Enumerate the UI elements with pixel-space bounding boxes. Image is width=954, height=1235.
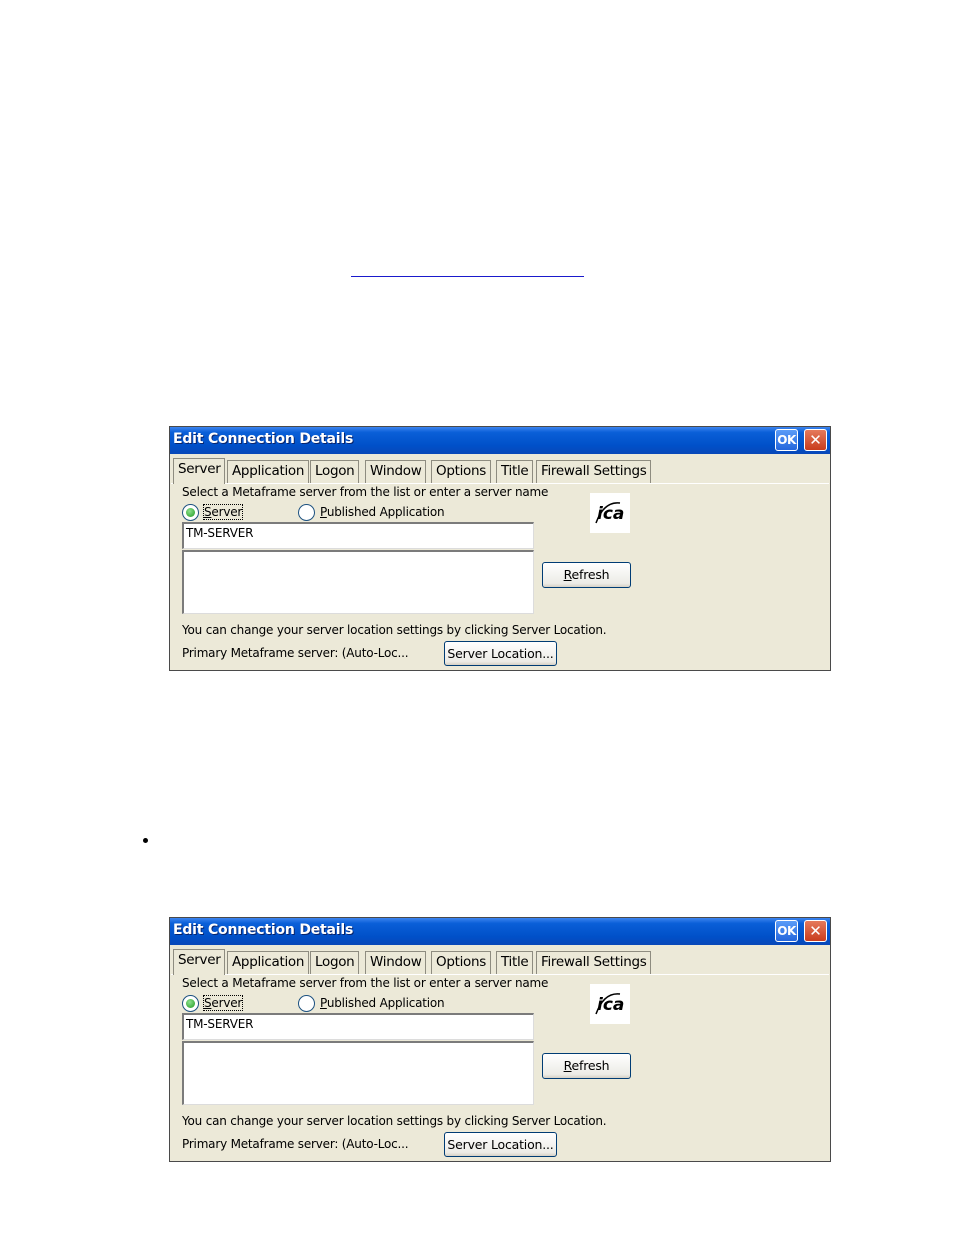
ica-logo-icon: ica (590, 493, 630, 533)
title-bar[interactable]: Edit Connection Details OK ✕ (170, 427, 830, 454)
instruction-text: Select a Metaframe server from the list … (182, 976, 549, 990)
server-radio[interactable] (182, 504, 199, 521)
label-rest: erver (211, 996, 243, 1010)
edit-connection-dialog: Edit Connection Details OK ✕ Server Appl… (169, 426, 831, 671)
label-rest: efresh (571, 567, 610, 582)
close-icon[interactable]: ✕ (804, 920, 827, 942)
svg-text:ica: ica (597, 995, 624, 1015)
mnemonic: P (320, 996, 327, 1010)
mnemonic: P (320, 505, 327, 519)
server-radio[interactable] (182, 995, 199, 1012)
mnemonic: R (563, 1058, 572, 1073)
tab-divider (171, 483, 829, 484)
primary-server-text: Primary Metaframe server: (Auto-Loc... (182, 646, 409, 660)
label-rest: efresh (571, 1058, 610, 1073)
server-radio-label[interactable]: Server (202, 504, 244, 520)
ok-button[interactable]: OK (775, 920, 798, 942)
server-location-hint: You can change your server location sett… (182, 623, 607, 637)
tab-title[interactable]: Title (496, 951, 534, 974)
published-application-label[interactable]: Published Application (320, 996, 445, 1010)
tab-firewall-settings[interactable]: Firewall Settings (536, 460, 652, 483)
ica-logo-icon: ica (590, 984, 630, 1024)
tab-window[interactable]: Window (365, 460, 427, 483)
ok-button[interactable]: OK (775, 429, 798, 451)
server-radio-label[interactable]: Server (202, 995, 244, 1011)
primary-server-text: Primary Metaframe server: (Auto-Loc... (182, 1137, 409, 1151)
published-application-radio[interactable] (298, 504, 315, 521)
dialog-title: Edit Connection Details (173, 922, 354, 938)
mnemonic: R (563, 567, 572, 582)
tab-options[interactable]: Options (431, 460, 491, 483)
tab-logon[interactable]: Logon (310, 951, 360, 974)
label-rest: ublished Application (326, 996, 445, 1010)
tab-firewall-settings[interactable]: Firewall Settings (536, 951, 652, 974)
close-icon[interactable]: ✕ (804, 429, 827, 451)
refresh-button[interactable]: Refresh (542, 1053, 631, 1079)
svg-text:ica: ica (597, 504, 624, 524)
label-rest: erver (211, 505, 243, 519)
server-location-hint: You can change your server location sett… (182, 1114, 607, 1128)
server-location-button[interactable]: Server Location... (444, 641, 557, 666)
tab-logon[interactable]: Logon (310, 460, 360, 483)
server-list[interactable] (182, 1041, 534, 1105)
dialog-title: Edit Connection Details (173, 431, 354, 447)
bullet-point (143, 838, 148, 843)
edit-connection-dialog: Edit Connection Details OK ✕ Server Appl… (169, 917, 831, 1162)
tab-options[interactable]: Options (431, 951, 491, 974)
refresh-button[interactable]: Refresh (542, 562, 631, 588)
server-name-input[interactable]: TM-SERVER (182, 522, 534, 549)
tab-window[interactable]: Window (365, 951, 427, 974)
published-application-label[interactable]: Published Application (320, 505, 445, 519)
tab-application[interactable]: Application (227, 460, 310, 483)
tab-title[interactable]: Title (496, 460, 534, 483)
title-bar[interactable]: Edit Connection Details OK ✕ (170, 918, 830, 945)
label-rest: ublished Application (326, 505, 445, 519)
tab-application[interactable]: Application (227, 951, 310, 974)
server-list[interactable] (182, 550, 534, 614)
server-location-button[interactable]: Server Location... (444, 1132, 557, 1157)
tab-divider (171, 974, 829, 975)
published-application-radio[interactable] (298, 995, 315, 1012)
tab-server[interactable]: Server (173, 949, 226, 975)
instruction-text: Select a Metaframe server from the list … (182, 485, 549, 499)
server-name-input[interactable]: TM-SERVER (182, 1013, 534, 1040)
hyperlink-underline[interactable] (351, 276, 584, 277)
tab-server[interactable]: Server (173, 458, 226, 484)
